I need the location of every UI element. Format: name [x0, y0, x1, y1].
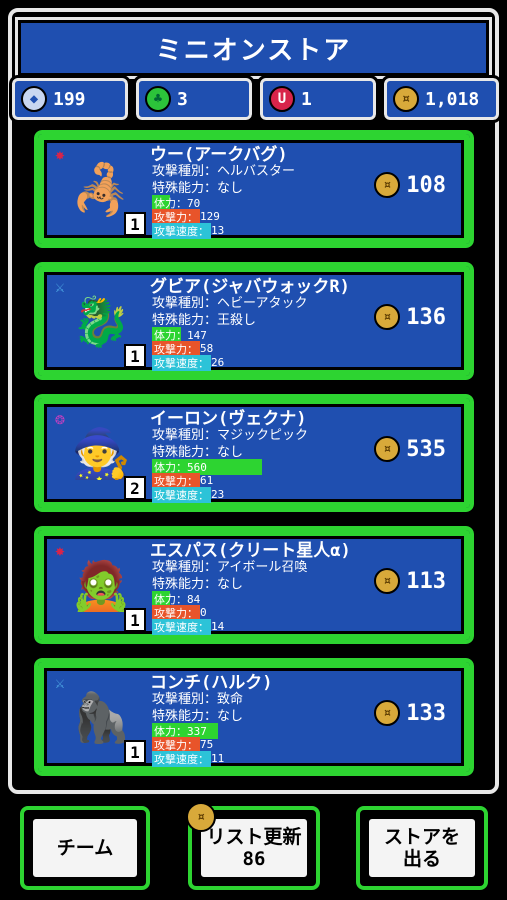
store-title-bar: ミニオンストア — [15, 17, 492, 79]
atk-stat: 攻撃力： 75 — [152, 736, 214, 753]
special-line: 特殊能力：王殺し — [152, 313, 257, 328]
atk-stat: 攻撃力： 0 — [152, 604, 207, 621]
currency-value: 1 — [301, 88, 312, 110]
hp-stat: 体力：560 — [152, 458, 262, 475]
clover-icon: ♣ — [145, 86, 171, 112]
refresh-button-label: リスト更新 86 — [198, 816, 310, 880]
exit-store-button[interactable]: ストアを 出る — [356, 806, 488, 890]
team-button[interactable]: チーム — [20, 806, 150, 890]
minion-card[interactable]: ⚔ 🦍 1 コンチ(ハルク) 攻撃種別：致命 特殊能力：なし 体力：337 攻撃… — [31, 655, 477, 779]
speed-stat: 攻撃速度： 13 — [152, 222, 225, 239]
page-title: ミニオンストア — [155, 35, 352, 66]
coin-icon: ¤ — [393, 86, 419, 112]
price-amount: 535 — [406, 436, 446, 462]
atk-stat: 攻撃力： 129 — [152, 208, 220, 225]
currency-clover: ♣ 3 — [133, 75, 255, 123]
currency-value: 3 — [177, 88, 188, 110]
u-gem-icon: U — [269, 86, 295, 112]
exit-button-label: ストアを 出る — [366, 816, 478, 880]
shield-icon: ◆ — [21, 86, 47, 112]
currency-u-gem: U 1 — [257, 75, 379, 123]
minion-list[interactable]: ✸ 🦂 1 ウー(アークバグ) 攻撃種別：ヘルバスター 特殊能力：なし 体力：7… — [28, 124, 480, 782]
speed-label: 攻撃速度： — [152, 354, 211, 371]
star-icon: ✸ — [55, 144, 65, 164]
hp-stat: 体力：70 — [152, 194, 200, 211]
team-button-label: チーム — [30, 816, 140, 880]
hp-stat: 体力：337 — [152, 722, 218, 739]
price-tag: ¤ 133 — [374, 700, 446, 726]
hp-stat: 体力：84 — [152, 590, 200, 607]
price-amount: 133 — [406, 700, 446, 726]
level-badge: 1 — [124, 608, 146, 632]
currency-value: 1,018 — [425, 88, 480, 110]
price-amount: 113 — [406, 568, 446, 594]
minion-card[interactable]: ❂ 🧙 2 イーロン(ヴェクナ) 攻撃種別：マジックピック 特殊能力：なし 体力… — [31, 391, 477, 515]
speed-stat: 攻撃速度： 23 — [152, 486, 225, 503]
coin-icon: ¤ — [374, 304, 401, 330]
currency-coin: ¤ 1,018 — [381, 75, 502, 123]
price-tag: ¤ 108 — [374, 172, 446, 198]
currency-bar: ◆ 199 ♣ 3 U 1 ¤ 1,018 — [8, 75, 502, 123]
hp-stat: 体力：147 — [152, 326, 207, 343]
level-badge: 2 — [124, 476, 146, 500]
coin-icon: ¤ — [374, 568, 401, 594]
speed-stat: 攻撃速度： 11 — [152, 750, 225, 767]
atk-stat: 攻撃力： 61 — [152, 472, 214, 489]
level-badge: 1 — [124, 740, 146, 764]
speed-stat: 攻撃速度： 26 — [152, 354, 225, 371]
minion-card[interactable]: ⚔ 🐉 1 グビア(ジャバウォックR) 攻撃種別：ヘビーアタック 特殊能力：王殺… — [31, 259, 477, 383]
minion-card[interactable]: ✸ 🦂 1 ウー(アークバグ) 攻撃種別：ヘルバスター 特殊能力：なし 体力：7… — [31, 127, 477, 251]
swirl-icon: ❂ — [55, 408, 65, 428]
coin-icon: ¤ — [374, 700, 401, 726]
coin-icon: ¤ — [374, 172, 401, 198]
price-amount: 136 — [406, 304, 446, 330]
level-badge: 1 — [124, 344, 146, 368]
sword-icon: ⚔ — [55, 276, 65, 296]
special-line: 特殊能力：なし — [152, 709, 244, 724]
level-badge: 1 — [124, 212, 146, 236]
currency-value: 199 — [53, 88, 86, 110]
atk-stat: 攻撃力： 58 — [152, 340, 214, 357]
currency-shield: ◆ 199 — [9, 75, 131, 123]
speed-label: 攻撃速度： — [152, 486, 211, 503]
special-line: 特殊能力：なし — [152, 577, 244, 592]
speed-label: 攻撃速度： — [152, 750, 211, 767]
speed-stat: 攻撃速度： 14 — [152, 618, 225, 635]
special-line: 特殊能力：なし — [152, 181, 244, 196]
price-tag: ¤ 136 — [374, 304, 446, 330]
speed-label: 攻撃速度： — [152, 618, 211, 635]
price-amount: 108 — [406, 172, 446, 198]
coin-icon: ¤ — [374, 436, 401, 462]
coin-icon: ¤ — [186, 802, 216, 832]
sword-icon: ⚔ — [55, 672, 65, 692]
star-icon: ✸ — [55, 540, 65, 560]
minion-card[interactable]: ✸ 🧟 1 エスパス(クリート星人α) 攻撃種別：アイボール召喚 特殊能力：なし… — [31, 523, 477, 647]
price-tag: ¤ 535 — [374, 436, 446, 462]
special-line: 特殊能力：なし — [152, 445, 244, 460]
speed-label: 攻撃速度： — [152, 222, 211, 239]
price-tag: ¤ 113 — [374, 568, 446, 594]
